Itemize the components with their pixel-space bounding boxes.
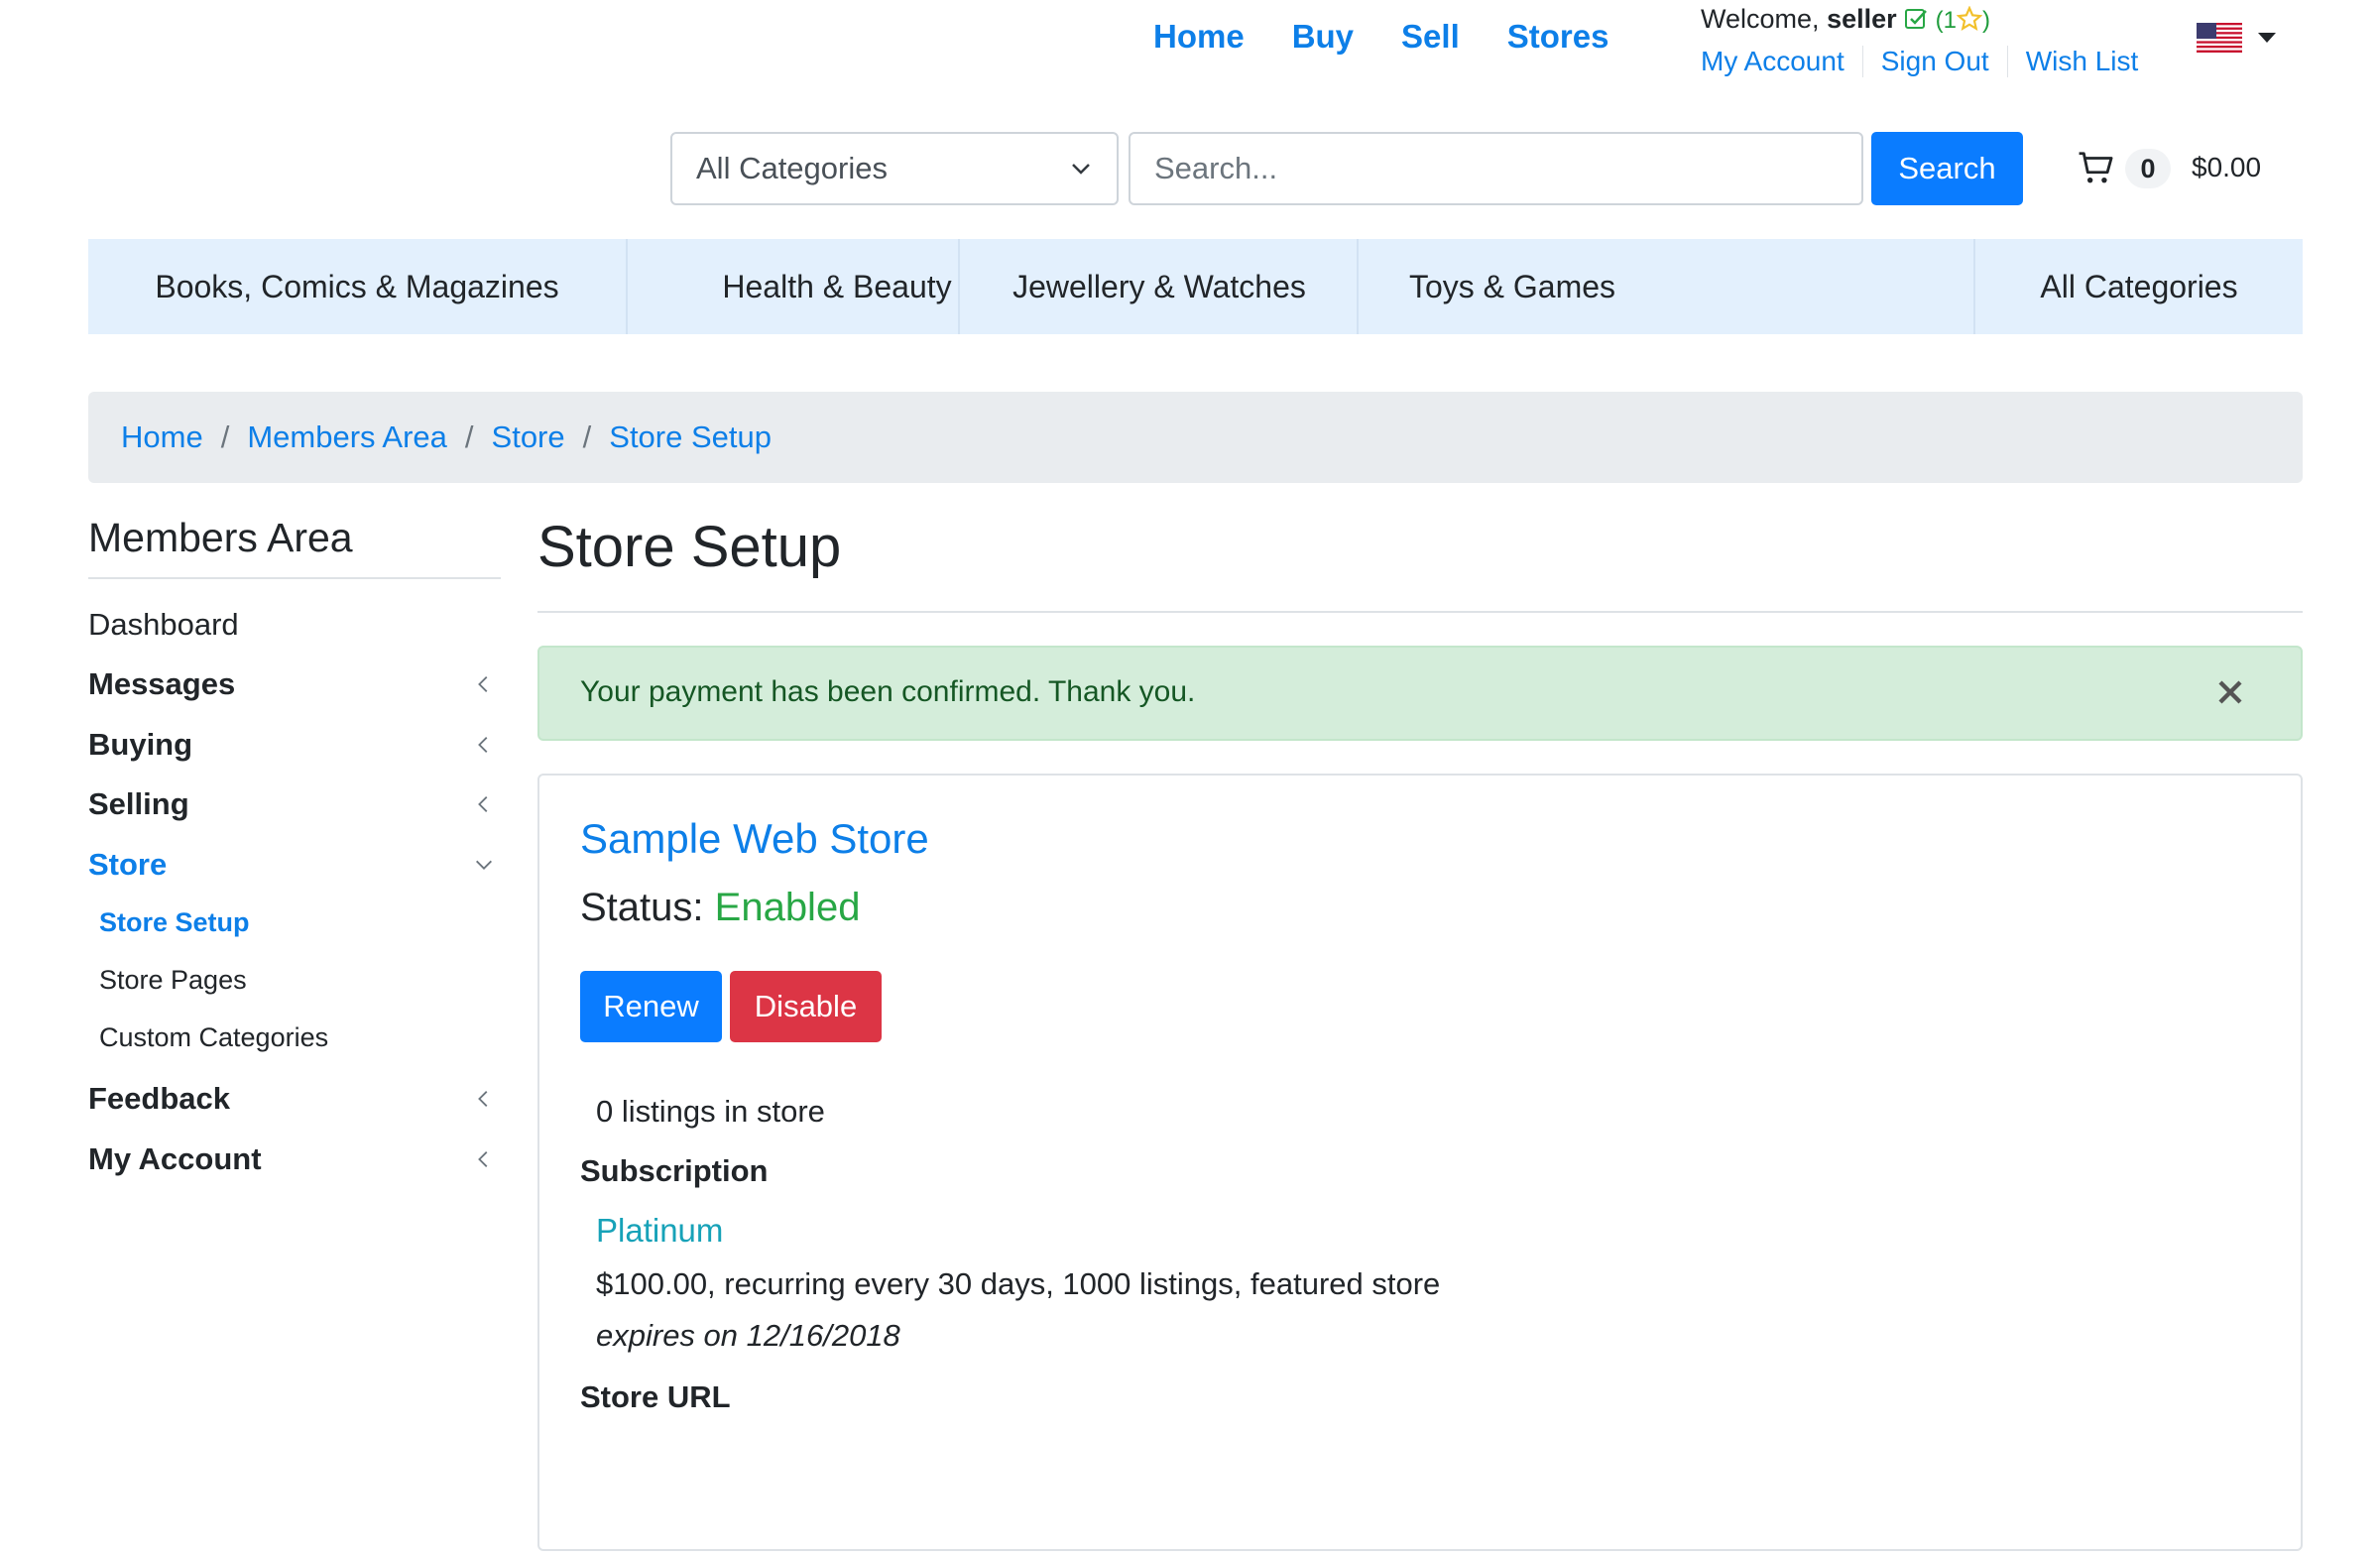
- welcome-text: Welcome,: [1701, 4, 1820, 34]
- breadcrumb-store-setup[interactable]: Store Setup: [609, 419, 772, 455]
- nav-buy-link[interactable]: Buy: [1292, 18, 1354, 56]
- account-links: My Account Sign Out Wish List: [1701, 46, 2156, 77]
- chevron-left-icon: [478, 676, 488, 692]
- subscription-heading: Subscription: [580, 1153, 769, 1188]
- listings-count: 0 listings in store: [596, 1094, 825, 1129]
- sidebar-item-label: Selling: [88, 786, 189, 821]
- chevron-down-icon: [1072, 164, 1090, 175]
- title-divider: [537, 611, 2303, 613]
- page-title: Store Setup: [537, 515, 842, 579]
- category-jewellery-watches[interactable]: Jewellery & Watches: [960, 239, 1359, 334]
- store-url-heading: Store URL: [580, 1379, 731, 1414]
- sidebar-item-label: Buying: [88, 727, 193, 762]
- disable-button[interactable]: Disable: [730, 971, 882, 1042]
- sidebar-item-selling[interactable]: Selling: [88, 786, 495, 822]
- sidebar-item-label: My Account: [88, 1141, 262, 1176]
- sidebar-item-label: Dashboard: [88, 607, 239, 642]
- sidebar-item-label: Messages: [88, 666, 236, 701]
- sidebar-title: Members Area: [88, 515, 353, 560]
- chevron-left-icon: [478, 1091, 488, 1107]
- search-input[interactable]: [1129, 132, 1863, 205]
- breadcrumb: Home / Members Area / Store / Store Setu…: [88, 392, 2303, 483]
- sidebar-subitem-custom-categories[interactable]: Custom Categories: [99, 1022, 328, 1053]
- breadcrumb-separator: /: [464, 419, 474, 454]
- my-account-link[interactable]: My Account: [1701, 46, 1862, 77]
- main-nav: Home Buy Sell Stores: [1153, 18, 1608, 56]
- status-label: Status:: [580, 886, 704, 929]
- store-status: Status: Enabled: [580, 886, 860, 930]
- category-bar: Books, Comics & Magazines Health & Beaut…: [88, 239, 2303, 334]
- chevron-left-icon: [478, 737, 488, 753]
- breadcrumb-home[interactable]: Home: [121, 419, 203, 455]
- category-all[interactable]: All Categories: [1975, 239, 2303, 334]
- category-select-value: All Categories: [696, 151, 888, 185]
- sidebar-item-label: Store: [88, 847, 168, 882]
- status-value: Enabled: [714, 886, 861, 929]
- sidebar-subitem-store-setup[interactable]: Store Setup: [99, 907, 250, 938]
- plan-expiry: expires on 12/16/2018: [596, 1318, 900, 1353]
- sidebar-item-feedback[interactable]: Feedback: [88, 1081, 495, 1117]
- us-flag-icon[interactable]: [2197, 23, 2242, 53]
- breadcrumb-separator: /: [220, 419, 230, 454]
- cart-total[interactable]: $0.00: [2192, 152, 2261, 183]
- breadcrumb-separator: /: [582, 419, 592, 454]
- nav-stores-link[interactable]: Stores: [1507, 18, 1609, 56]
- welcome-message: Welcome, seller (1 ): [1701, 4, 1990, 35]
- sign-out-link[interactable]: Sign Out: [1861, 46, 2007, 77]
- sidebar-item-dashboard[interactable]: Dashboard: [88, 607, 495, 643]
- search-button[interactable]: Search: [1871, 132, 2023, 205]
- breadcrumb-store[interactable]: Store: [492, 419, 565, 455]
- chevron-down-icon: [476, 860, 492, 870]
- star-icon: [1956, 5, 1983, 31]
- sidebar-item-messages[interactable]: Messages: [88, 666, 495, 702]
- sidebar-divider: [88, 577, 501, 579]
- renew-button[interactable]: Renew: [580, 971, 722, 1042]
- wish-list-link[interactable]: Wish List: [2006, 46, 2157, 77]
- category-toys-games[interactable]: Toys & Games: [1359, 239, 1666, 334]
- username[interactable]: seller: [1827, 4, 1897, 34]
- alert-message: Your payment has been confirmed. Thank y…: [580, 675, 1196, 708]
- success-alert: Your payment has been confirmed. Thank y…: [537, 646, 2303, 741]
- feedback-rating-open[interactable]: (1: [1936, 7, 1957, 34]
- verified-check-icon: [1905, 9, 1928, 29]
- sidebar-item-store[interactable]: Store: [88, 847, 495, 883]
- sidebar-subitem-store-pages[interactable]: Store Pages: [99, 965, 247, 996]
- plan-name-link[interactable]: Platinum: [596, 1212, 723, 1250]
- cart-icon[interactable]: [2078, 149, 2115, 186]
- nav-sell-link[interactable]: Sell: [1401, 18, 1460, 56]
- sidebar-item-my-account[interactable]: My Account: [88, 1141, 495, 1177]
- caret-down-icon[interactable]: [2258, 33, 2276, 43]
- plan-details: $100.00, recurring every 30 days, 1000 l…: [596, 1266, 1441, 1301]
- chevron-left-icon: [478, 1151, 488, 1167]
- cart-count-badge[interactable]: 0: [2125, 149, 2171, 188]
- close-icon[interactable]: [2215, 677, 2245, 707]
- feedback-rating-close: ): [1982, 7, 1990, 34]
- store-name-link[interactable]: Sample Web Store: [580, 815, 929, 863]
- nav-home-link[interactable]: Home: [1153, 18, 1245, 56]
- sidebar-item-label: Feedback: [88, 1081, 231, 1116]
- category-select[interactable]: All Categories: [670, 132, 1119, 205]
- category-books[interactable]: Books, Comics & Magazines: [88, 239, 626, 334]
- breadcrumb-members-area[interactable]: Members Area: [247, 419, 447, 455]
- chevron-left-icon: [478, 796, 488, 812]
- sidebar-item-buying[interactable]: Buying: [88, 727, 495, 763]
